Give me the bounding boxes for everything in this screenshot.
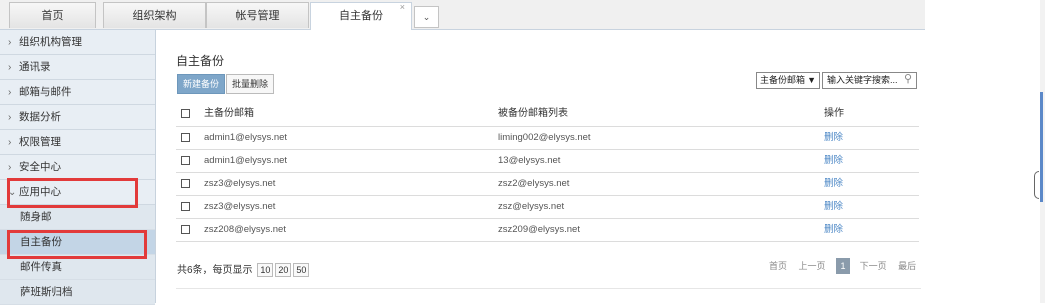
column-header-backup-list: 被备份邮箱列表 [498, 108, 568, 119]
batch-delete-button[interactable]: 批量删除 [226, 74, 275, 94]
table-row: zsz3@elysys.net zsz@elysys.net 删除 [176, 196, 919, 219]
sidebar-item-label: 随身邮 [20, 211, 52, 223]
delete-link[interactable]: 删除 [824, 150, 843, 172]
scrollbar-thumb[interactable] [1040, 92, 1043, 202]
new-backup-button[interactable]: 新建备份 [177, 74, 226, 94]
page-size-20[interactable]: 20 [275, 263, 292, 277]
sidebar-item-label: 邮箱与邮件 [19, 86, 72, 98]
sidebar-item-data-analysis[interactable]: › 数据分析 [0, 105, 155, 130]
tab-label: 首页 [41, 10, 64, 22]
primary-mailbox: admin1@elysys.net [204, 132, 288, 143]
sidebar-item-label: 权限管理 [19, 136, 61, 148]
tab-self-backup[interactable]: 自主备份 × [310, 2, 412, 30]
record-count-text: 共6条，每页显示 [177, 265, 253, 276]
table-row: admin1@elysys.net 13@elysys.net 删除 [176, 150, 919, 173]
sidebar-item-permissions[interactable]: › 权限管理 [0, 130, 155, 155]
table-header: 主备份邮箱 被备份邮箱列表 操作 [176, 102, 919, 127]
main-content: 自主备份 新建备份 批量删除 主备份邮箱 ▼ 输入关键字搜索... ⚲ 主备份邮… [156, 30, 921, 303]
delete-link[interactable]: 删除 [824, 219, 843, 241]
page-size-50[interactable]: 50 [293, 263, 310, 277]
prev-page-link[interactable]: 上一页 [799, 259, 826, 272]
sidebar-subitem-mobile-mail[interactable]: 随身邮 [0, 205, 155, 230]
tab-label: 帐号管理 [235, 10, 280, 22]
sidebar: › 组织机构管理 › 通讯录 › 邮箱与邮件 › 数据分析 › 权限管理 › 安全中心 ⌄ 应… [0, 30, 156, 305]
sidebar-item-label: 数据分析 [19, 111, 61, 123]
page-title: 自主备份 [176, 54, 225, 68]
close-icon[interactable]: × [400, 0, 405, 20]
tab-organization[interactable]: 组织架构 [103, 2, 206, 28]
tab-label: 自主备份 [339, 10, 383, 22]
primary-mailbox: zsz3@elysys.net [204, 178, 276, 189]
column-header-primary: 主备份邮箱 [204, 108, 254, 119]
chevron-right-icon: › [8, 62, 12, 73]
table-row: zsz208@elysys.net zsz209@elysys.net 删除 [176, 219, 919, 242]
primary-mailbox: admin1@elysys.net [204, 155, 288, 166]
sidebar-item-security[interactable]: › 安全中心 [0, 155, 155, 180]
chevron-right-icon: › [8, 112, 12, 123]
first-page-link[interactable]: 首页 [769, 259, 787, 272]
tab-account-management[interactable]: 帐号管理 [206, 2, 309, 28]
sidebar-item-label: 通讯录 [19, 61, 51, 73]
pagination-summary: 共6条，每页显示 10 20 50 [177, 261, 310, 277]
row-checkbox[interactable] [181, 179, 190, 188]
tab-bar: 首页 组织架构 帐号管理 自主备份 × ⌄ [0, 0, 925, 30]
primary-mailbox: zsz3@elysys.net [204, 201, 276, 212]
chevron-right-icon: › [8, 137, 12, 148]
page-size-10[interactable]: 10 [257, 263, 274, 277]
table-row: admin1@elysys.net liming002@elysys.net 删… [176, 127, 919, 150]
backup-mailbox: liming002@elysys.net [498, 132, 591, 143]
sidebar-item-label: 组织机构管理 [19, 36, 82, 48]
filter-select-value: 主备份邮箱 [760, 75, 806, 85]
delete-link[interactable]: 删除 [824, 196, 843, 218]
row-checkbox[interactable] [181, 133, 190, 142]
table-row: zsz3@elysys.net zsz2@elysys.net 删除 [176, 173, 919, 196]
backup-mailbox: 13@elysys.net [498, 155, 561, 166]
tab-more-button[interactable]: ⌄ [414, 6, 439, 28]
delete-link[interactable]: 删除 [824, 173, 843, 195]
divider [176, 288, 921, 289]
last-page-link[interactable]: 最后 [898, 259, 916, 272]
sidebar-subitem-mail-fax[interactable]: 邮件传真 [0, 255, 155, 280]
row-checkbox[interactable] [181, 202, 190, 211]
chevron-down-icon: ⌄ [8, 187, 17, 198]
sidebar-item-mailbox[interactable]: › 邮箱与邮件 [0, 80, 155, 105]
backup-table: 主备份邮箱 被备份邮箱列表 操作 admin1@elysys.net limin… [176, 102, 919, 242]
backup-mailbox: zsz@elysys.net [498, 201, 565, 212]
delete-link[interactable]: 删除 [824, 127, 843, 149]
chevron-right-icon: › [8, 162, 12, 173]
column-header-action: 操作 [824, 108, 844, 119]
search-placeholder: 输入关键字搜索... [827, 75, 898, 85]
primary-mailbox: zsz208@elysys.net [204, 224, 286, 235]
row-checkbox[interactable] [181, 156, 190, 165]
bracket-shape [1034, 171, 1039, 199]
filter-select[interactable]: 主备份邮箱 ▼ [756, 72, 820, 89]
backup-mailbox: zsz209@elysys.net [498, 224, 580, 235]
select-all-checkbox[interactable] [181, 109, 190, 118]
sidebar-item-label: 安全中心 [19, 161, 61, 173]
row-checkbox[interactable] [181, 225, 190, 234]
sidebar-item-contacts[interactable]: › 通讯录 [0, 55, 155, 80]
current-page[interactable]: 1 [836, 258, 851, 274]
search-icon[interactable]: ⚲ [904, 72, 912, 87]
sidebar-item-org-management[interactable]: › 组织机构管理 [0, 30, 155, 55]
sidebar-item-app-center[interactable]: ⌄ 应用中心 [0, 180, 155, 205]
sidebar-item-label: 应用中心 [19, 186, 61, 198]
tab-home[interactable]: 首页 [9, 2, 96, 28]
sidebar-subitem-self-backup[interactable]: 自主备份 [0, 230, 155, 255]
chevron-down-icon: ⌄ [422, 12, 431, 22]
sidebar-item-label: 自主备份 [20, 236, 62, 248]
sidebar-item-label: 萨班斯归档 [20, 286, 73, 298]
search-input[interactable]: 输入关键字搜索... ⚲ [822, 72, 917, 89]
sidebar-item-label: 邮件传真 [20, 261, 62, 273]
pagination: 首页 上一页 1 下一页 最后 [760, 258, 916, 274]
caret-down-icon: ▼ [807, 75, 816, 85]
backup-mailbox: zsz2@elysys.net [498, 178, 570, 189]
sidebar-subitem-sox-archive[interactable]: 萨班斯归档 [0, 280, 155, 305]
tab-label: 组织架构 [132, 10, 177, 22]
next-page-link[interactable]: 下一页 [860, 259, 887, 272]
chevron-right-icon: › [8, 37, 12, 48]
chevron-right-icon: › [8, 87, 12, 98]
